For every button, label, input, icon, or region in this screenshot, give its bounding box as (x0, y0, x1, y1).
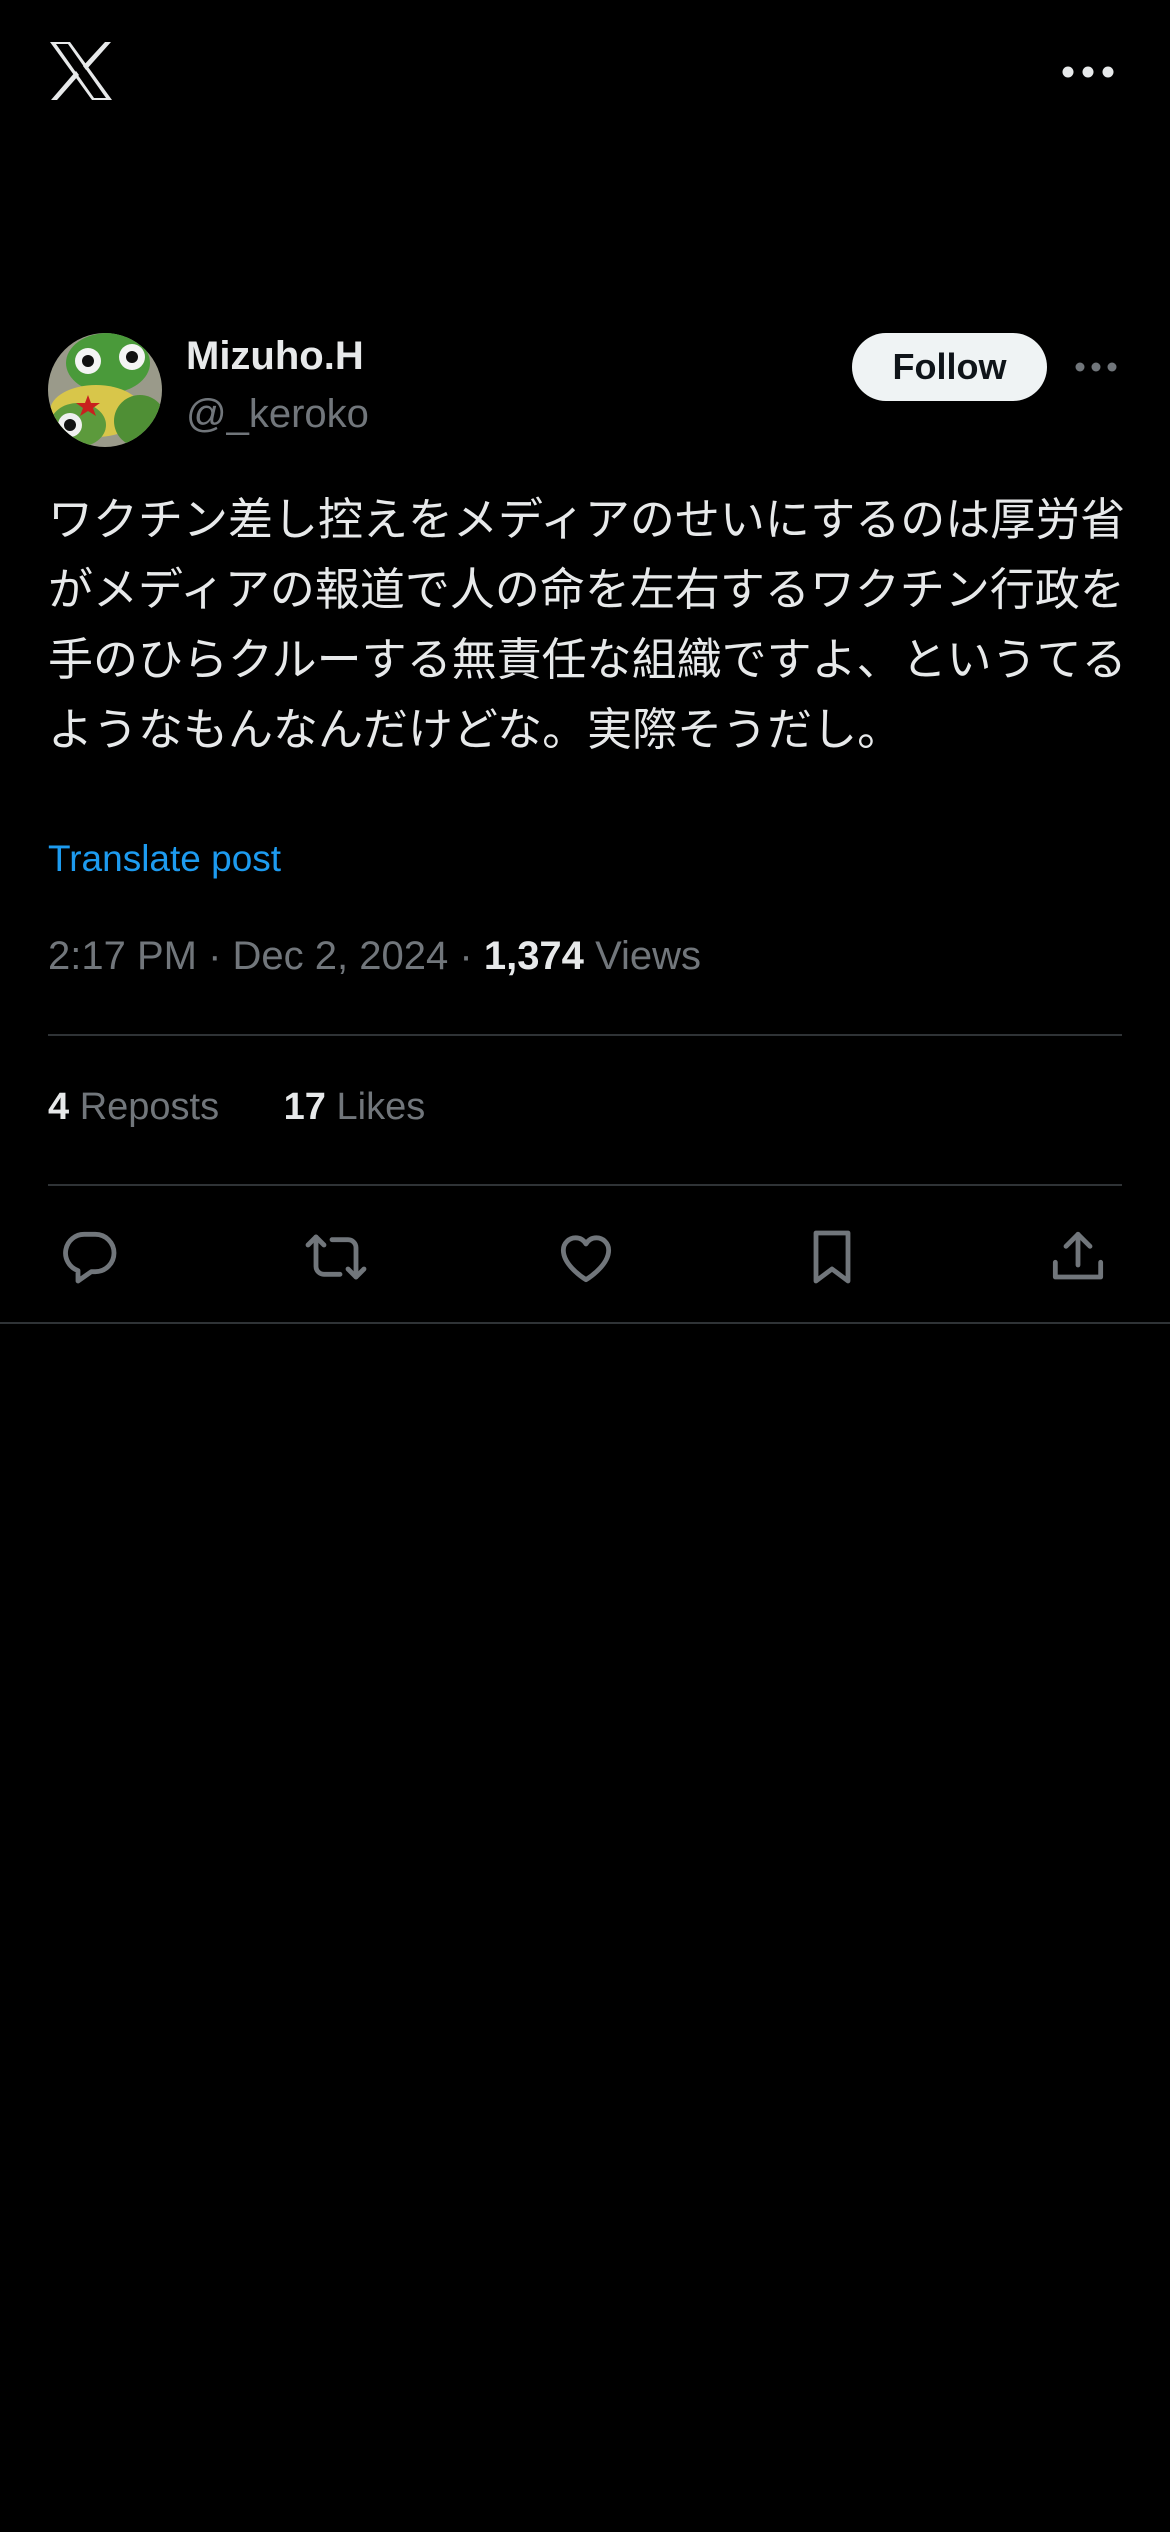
top-bar (0, 0, 1170, 150)
views-label: Views (595, 934, 702, 978)
divider (48, 1184, 1122, 1186)
tweet-meta: 2:17 PM · Dec 2, 2024 · 1,374 Views (48, 934, 701, 979)
tweet-time[interactable]: 2:17 PM (48, 934, 197, 978)
meta-separator: · (459, 934, 473, 978)
avatar[interactable] (48, 333, 162, 447)
x-logo-icon[interactable] (48, 40, 114, 102)
likes-count: 17 (283, 1086, 326, 1128)
follow-button[interactable]: Follow (852, 333, 1047, 401)
more-horizontal-icon[interactable] (1074, 356, 1118, 378)
reply-icon[interactable] (58, 1225, 122, 1289)
divider (0, 1322, 1170, 1324)
likes-stat[interactable]: 17 Likes (284, 1086, 426, 1129)
author-handle[interactable]: @_keroko (186, 392, 369, 437)
author-display-name[interactable]: Mizuho.H (186, 334, 364, 379)
tweet-text: ワクチン差し控えをメディアのせいにするのは厚労省がメディアの報道で人の命を左右す… (48, 493, 1127, 756)
reposts-stat[interactable]: 4 Reposts (48, 1086, 219, 1129)
translate-post-link[interactable]: Translate post (48, 838, 281, 880)
heart-icon[interactable] (554, 1225, 618, 1289)
reposts-count: 4 (48, 1086, 70, 1128)
bookmark-icon[interactable] (800, 1225, 864, 1289)
share-icon[interactable] (1046, 1225, 1110, 1289)
tweet-date[interactable]: Dec 2, 2024 (233, 934, 449, 978)
divider (48, 1034, 1122, 1036)
reposts-label: Reposts (79, 1086, 220, 1128)
likes-label: Likes (336, 1086, 426, 1128)
more-horizontal-icon[interactable] (1060, 58, 1116, 86)
engagement-stats: 4 Reposts 17 Likes (48, 1086, 479, 1129)
views-count: 1,374 (483, 934, 584, 978)
repost-icon[interactable] (304, 1225, 368, 1289)
meta-separator: · (208, 934, 222, 978)
